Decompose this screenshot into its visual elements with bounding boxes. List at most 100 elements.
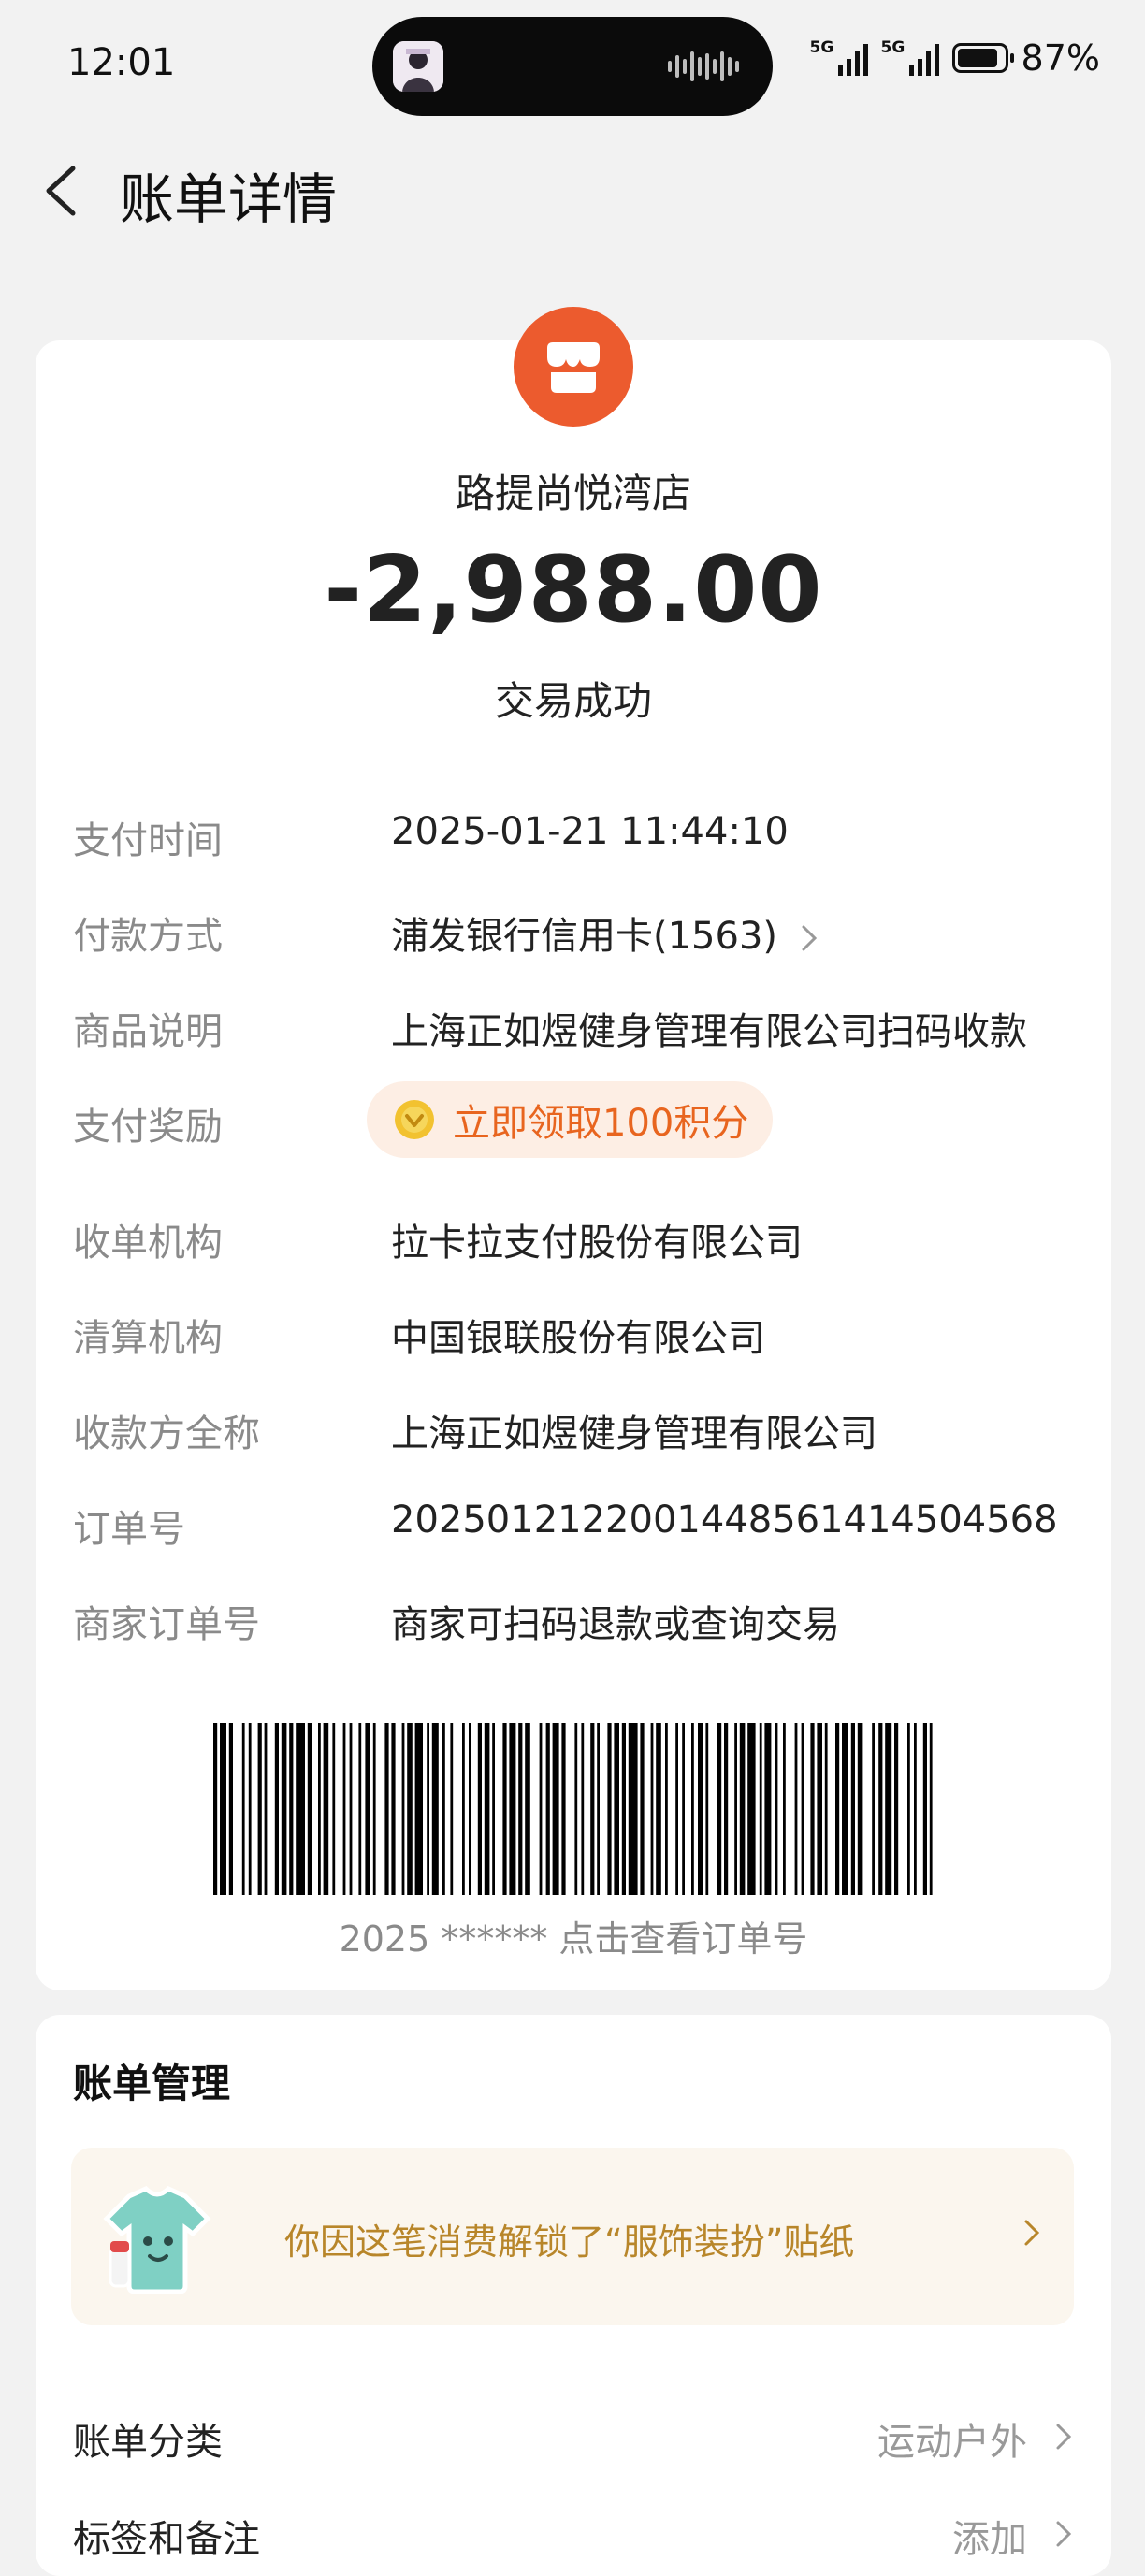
reward-text: 立即领取100积分 — [453, 1102, 749, 1145]
barcode-bar — [914, 1723, 917, 1895]
chevron-right-icon — [1056, 2424, 1072, 2450]
detail-label: 商家订单号 — [73, 1603, 260, 1646]
barcode-bar — [597, 1723, 600, 1895]
barcode-bar — [759, 1723, 762, 1895]
page-title: 账单详情 — [120, 167, 338, 231]
chevron-right-icon — [1024, 2220, 1040, 2246]
barcode-bar — [401, 1723, 405, 1895]
store-icon — [514, 307, 633, 427]
barcode-bar — [545, 1723, 550, 1895]
barcode-bar — [650, 1723, 654, 1895]
barcode-bar — [665, 1723, 668, 1895]
barcode-bar — [289, 1723, 294, 1895]
barcode-bar — [885, 1723, 892, 1895]
barcode-bar — [552, 1723, 559, 1895]
barcode-bar — [477, 1723, 482, 1895]
detail-label: 付款方式 — [73, 915, 223, 958]
barcode-bar — [747, 1723, 756, 1895]
signal-icon: 5G — [881, 38, 939, 76]
barcode-bar — [724, 1723, 729, 1895]
detail-row-order-number: 订单号 2025012122001448561414504568 — [73, 1498, 1083, 1555]
barcode-bar — [518, 1723, 523, 1895]
barcode-bar — [824, 1723, 828, 1895]
chevron-right-icon — [1056, 2521, 1072, 2547]
barcode-bar — [857, 1723, 863, 1895]
bill-management-card: 账单管理 你因这笔消费解锁了“服饰装扮”贴纸 账单分类 运动户外 标签和备注 添… — [36, 2015, 1111, 2576]
barcode-bar — [349, 1723, 353, 1895]
detail-label: 收单机构 — [73, 1222, 223, 1265]
banner-text: 你因这笔消费解锁了“服饰装扮”贴纸 — [284, 2221, 855, 2263]
merchant-name: 路提尚悦湾店 — [455, 470, 691, 516]
detail-row-clearing: 清算机构 中国银联股份有限公司 — [73, 1308, 1083, 1364]
sticker-unlock-banner[interactable]: 你因这笔消费解锁了“服饰装扮”贴纸 — [71, 2148, 1074, 2325]
tags-notes-row[interactable]: 标签和备注 添加 — [73, 2509, 1074, 2565]
detail-value[interactable]: 浦发银行信用卡(1563) — [391, 905, 819, 960]
barcode-bar — [213, 1723, 218, 1895]
detail-label: 支付时间 — [73, 819, 223, 862]
status-bar: 12:01 5G 5G 87% — [0, 0, 1145, 131]
payment-method-text: 浦发银行信用卡(1563) — [391, 915, 778, 958]
barcode-bar — [561, 1723, 566, 1895]
barcode-bar — [894, 1723, 899, 1895]
barcode-bar — [248, 1723, 252, 1895]
barcode-bar — [656, 1723, 661, 1895]
barcode-bar — [717, 1723, 722, 1895]
detail-label: 订单号 — [73, 1508, 185, 1551]
barcode-bar — [614, 1723, 619, 1895]
barcode-bar — [241, 1723, 245, 1895]
barcode-bar — [698, 1723, 703, 1895]
section-title: 账单管理 — [73, 2061, 231, 2106]
back-button[interactable] — [36, 163, 92, 219]
detail-row-product: 商品说明 上海正如煜健身管理有限公司扫码收款 — [73, 1001, 1083, 1057]
barcode-bar — [307, 1723, 312, 1895]
barcode-bar — [872, 1723, 875, 1895]
barcode-bar — [705, 1723, 709, 1895]
barcode-bar — [427, 1723, 429, 1895]
barcode-bar — [407, 1723, 413, 1895]
status-time: 12:01 — [67, 41, 176, 84]
barcode-bar — [220, 1723, 226, 1895]
barcode-bar — [842, 1723, 848, 1895]
barcode-bar — [764, 1723, 772, 1895]
barcode-bar — [581, 1723, 585, 1895]
barcode-bar — [691, 1723, 694, 1895]
chevron-right-icon — [802, 925, 817, 951]
barcode-bar — [323, 1723, 329, 1895]
barcode-bar — [734, 1723, 737, 1895]
chevron-left-icon — [46, 166, 76, 216]
detail-value: 商家可扫码退款或查询交易 — [391, 1603, 840, 1646]
barcode-bar — [922, 1723, 927, 1895]
coin-icon — [395, 1100, 434, 1139]
barcode-bar — [628, 1723, 638, 1895]
detail-row-acquirer: 收单机构 拉卡拉支付股份有限公司 — [73, 1212, 1083, 1268]
claim-points-button[interactable]: 立即领取100积分 — [367, 1081, 774, 1158]
barcode-bar — [281, 1723, 287, 1895]
status-indicators: 5G 5G 87% — [810, 37, 1100, 79]
barcode[interactable] — [213, 1723, 934, 1895]
barcode-bar — [907, 1723, 910, 1895]
bill-category-row[interactable]: 账单分类 运动户外 — [73, 2411, 1074, 2467]
barcode-bar — [682, 1723, 685, 1895]
dynamic-island[interactable] — [372, 17, 773, 116]
row-value: 运动户外 — [877, 2421, 1027, 2464]
barcode-bar — [794, 1723, 798, 1895]
battery-percent: 87% — [1021, 37, 1100, 79]
barcode-caption[interactable]: 2025 ****** 点击查看订单号 — [36, 1910, 1111, 1961]
detail-row-payment-method[interactable]: 付款方式 浦发银行信用卡(1563) — [73, 905, 1083, 962]
barcode-bar — [484, 1723, 490, 1895]
barcode-bar — [810, 1723, 815, 1895]
detail-row-payee: 收款方全称 上海正如煜健身管理有限公司 — [73, 1403, 1083, 1459]
row-label: 账单分类 — [73, 2421, 223, 2464]
detail-value: 2025-01-21 11:44:10 — [391, 810, 789, 853]
barcode-bar — [274, 1723, 279, 1895]
barcode-bar — [621, 1723, 626, 1895]
audio-wave-icon — [668, 51, 739, 81]
barcode-bar — [775, 1723, 778, 1895]
barcode-bar — [228, 1723, 233, 1895]
barcode-bar — [739, 1723, 746, 1895]
detail-label: 收款方全称 — [73, 1412, 260, 1455]
barcode-bar — [372, 1723, 376, 1895]
barcode-bar — [365, 1723, 370, 1895]
barcode-bar — [414, 1723, 423, 1895]
music-app-icon — [393, 41, 443, 92]
